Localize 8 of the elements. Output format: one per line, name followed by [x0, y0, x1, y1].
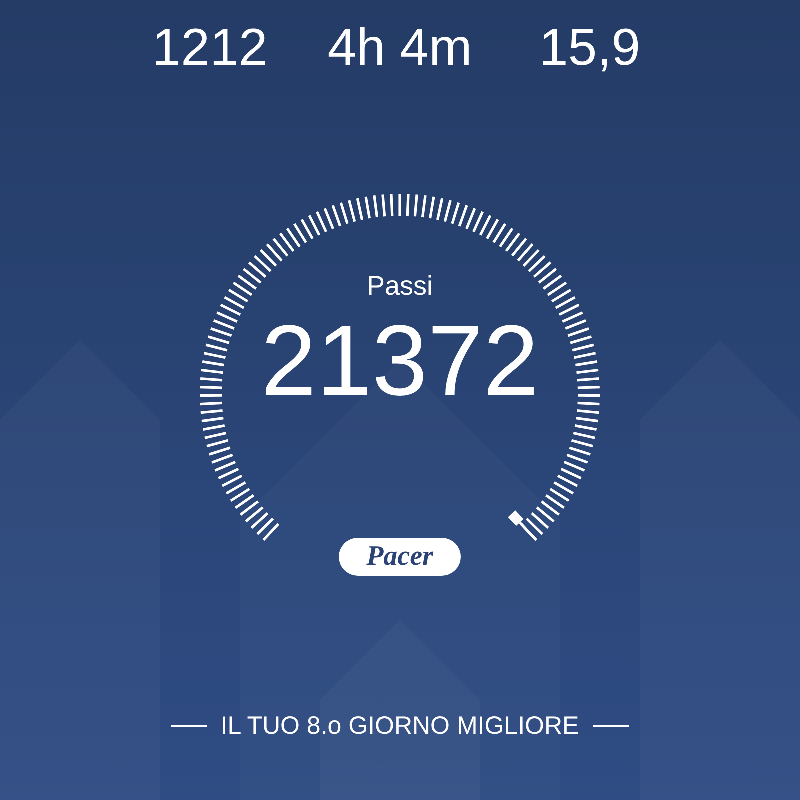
stat-value: 15,9	[539, 18, 641, 79]
gauge-label: Passi	[366, 270, 434, 303]
stat-value: 1212	[152, 18, 268, 79]
stat-value: 4h 4m	[328, 18, 472, 79]
gauge-marker-icon	[508, 510, 538, 542]
logo-badge: Pacer	[339, 538, 461, 576]
step-count: 21372	[260, 306, 540, 416]
footer-text: IL TUO 8.o GIORNO MIGLIORE	[220, 711, 580, 742]
